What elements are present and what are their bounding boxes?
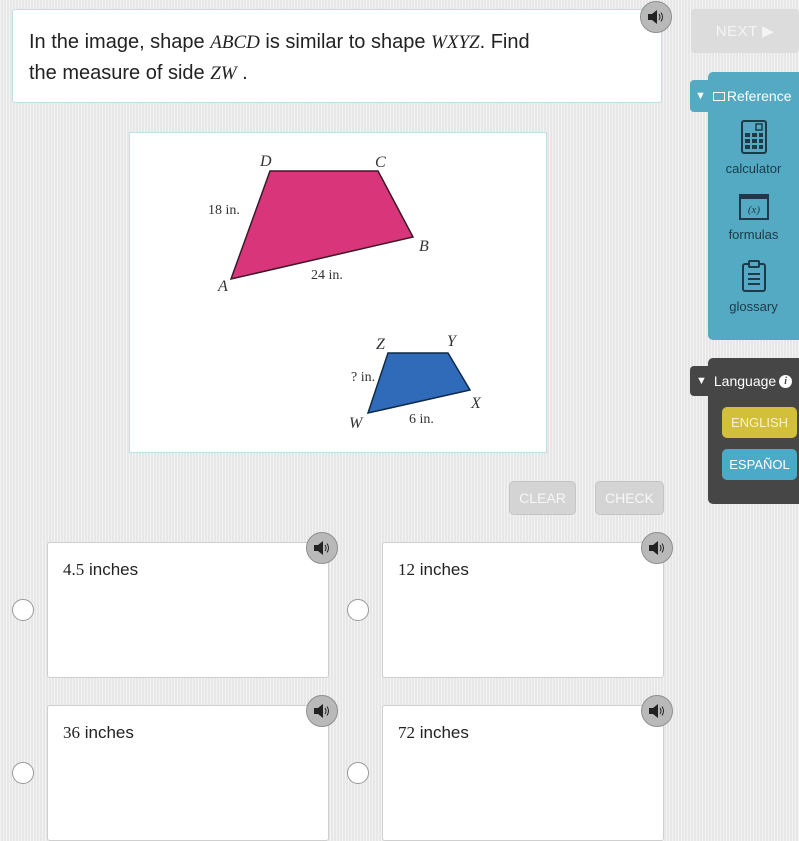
shape-abcd: ABCD [210,32,260,53]
speaker-icon [649,704,664,718]
calculator-icon [740,120,767,154]
speaker-icon [314,541,329,555]
info-icon[interactable]: i [779,374,793,388]
answer-option-1[interactable]: 4.5 inches [47,542,329,678]
answer-radio-2[interactable] [347,599,369,621]
reference-book-icon [712,91,725,101]
vertex-x: X [470,395,482,412]
vertex-d: D [259,153,272,170]
answer-value: 36 [63,723,80,742]
calculator-tool[interactable]: calculator [708,120,799,176]
side-ab-label: 24 in. [311,268,343,283]
shape-wxyz-polygon [366,352,472,415]
question-text: the measure of side [29,62,211,84]
shape-abcd-polygon [229,170,415,281]
answer-audio-button-1[interactable] [306,532,338,564]
vertex-c: C [375,154,386,171]
glossary-tool[interactable]: glossary [708,260,799,314]
answer-unit: inches [415,723,469,742]
vertex-b: B [419,238,429,255]
collapse-triangle-icon: ▼ [695,90,706,102]
vertex-z: Z [376,336,386,353]
espanol-button[interactable]: ESPAÑOL [722,449,797,480]
speaker-icon [649,541,664,555]
glossary-label: glossary [729,299,778,314]
answer-unit: inches [80,723,134,742]
question-audio-button[interactable] [640,1,672,33]
english-button[interactable]: ENGLISH [722,407,797,438]
reference-title: Reference [726,88,792,104]
check-button[interactable]: CHECK [595,481,664,515]
question-text: In the image, shape [29,31,211,53]
side-ad-label: 18 in. [208,203,240,218]
formulas-label: formulas [728,227,779,242]
answer-audio-button-4[interactable] [641,695,673,727]
language-toggle[interactable]: ▼ Language i [690,366,799,396]
answer-value: 4.5 [63,560,85,579]
question-text: is similar to shape [259,31,432,53]
svg-text:(x): (x) [747,204,760,216]
speaker-icon [648,10,663,24]
side-wx-label: 6 in. [409,412,434,427]
answer-unit: inches [84,560,139,579]
answer-unit: inches [415,560,469,579]
next-button[interactable]: NEXT ▶ [691,9,799,53]
speaker-icon [314,704,329,718]
answer-value: 72 [398,723,415,742]
side-zw: ZW [210,63,237,84]
collapse-triangle-icon: ▼ [696,375,707,387]
answer-option-4[interactable]: 72 inches [382,705,664,841]
answer-radio-3[interactable] [12,762,34,784]
answer-option-2[interactable]: 12 inches [382,542,664,678]
figure-panel: D C B A 18 in. 24 in. Z Y X W ? in. 6 in… [129,132,547,453]
reference-toggle[interactable]: ▼ Reference [690,80,799,112]
vertex-y: Y [447,333,458,350]
question-text: . Find [479,31,530,53]
vertex-w: W [349,415,364,432]
formulas-icon: (x) [738,194,769,220]
language-title: Language [713,373,777,389]
answer-value: 12 [398,560,415,579]
answer-option-3[interactable]: 36 inches [47,705,329,841]
similar-shapes-figure: D C B A 18 in. 24 in. Z Y X W ? in. 6 in… [208,153,482,432]
shape-wxyz: WXYZ [431,32,480,53]
answer-audio-button-2[interactable] [641,532,673,564]
side-wz-label: ? in. [351,370,375,385]
clear-button[interactable]: CLEAR [509,481,576,515]
calculator-label: calculator [725,161,782,176]
answer-radio-4[interactable] [347,762,369,784]
question-text: . [236,62,248,84]
vertex-a: A [217,278,228,295]
glossary-icon [741,260,766,292]
formulas-tool[interactable]: (x) formulas [708,194,799,242]
question-prompt: In the image, shape ABCD is similar to s… [12,9,662,103]
answer-radio-1[interactable] [12,599,34,621]
answer-audio-button-3[interactable] [306,695,338,727]
